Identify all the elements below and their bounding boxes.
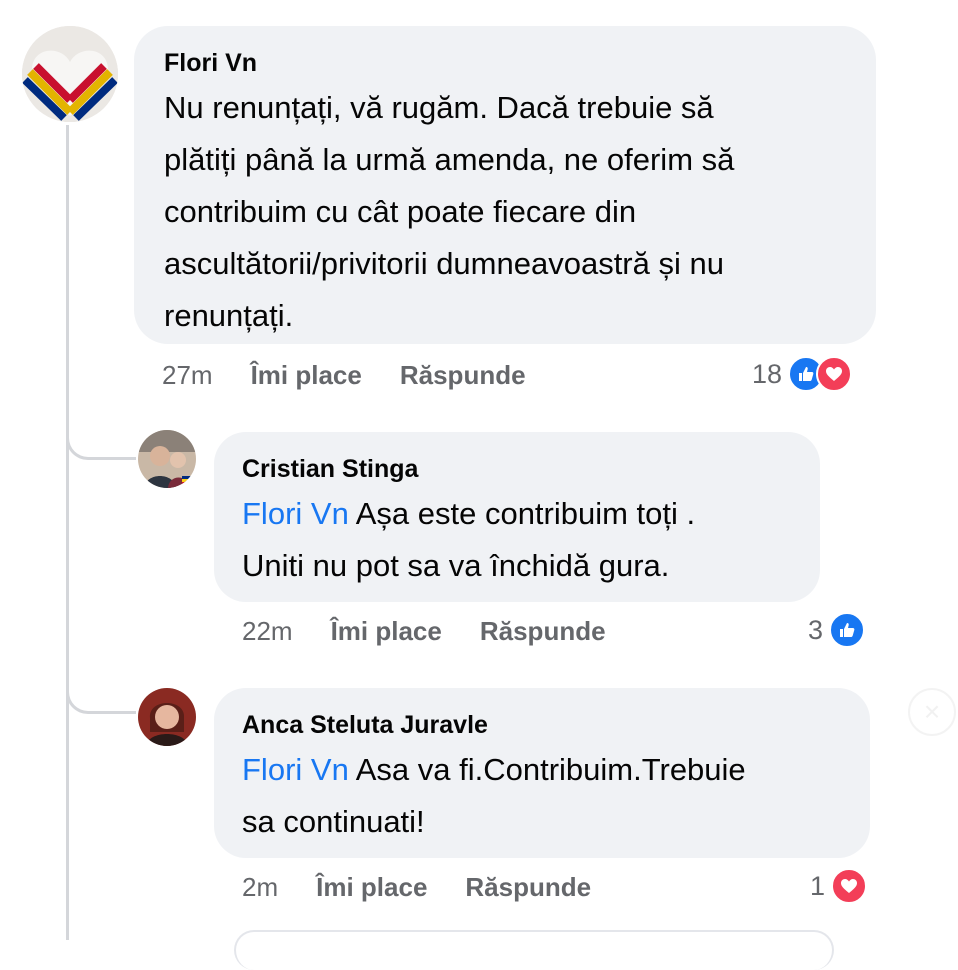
avatar[interactable] [138,688,196,746]
reaction-summary[interactable]: 1 [810,868,868,904]
reply-timestamp[interactable]: 22m [242,616,293,647]
reply-bubble: Cristian Stinga Flori Vn Așa este contri… [214,432,820,602]
reply-author[interactable]: Cristian Stinga [242,454,792,484]
comment-line: Nu renunțați, vă rugăm. Dacă trebuie să [164,90,714,125]
comment-timestamp[interactable]: 27m [162,360,213,391]
comment-line: contribuim cu cât poate fiecare din [164,194,637,229]
reply-actions: 22m Îmi place Răspunde [242,616,606,647]
reaction-count: 1 [810,870,826,901]
love-icon [831,868,868,904]
next-comment-bubble [234,930,834,970]
mention-link[interactable]: Flori Vn [242,752,349,787]
comment-text: Nu renunțați, vă rugăm. Dacă trebuie să … [164,82,848,342]
avatar[interactable] [138,430,196,488]
reply-bubble: Anca Steluta Juravle Flori Vn Asa va fi.… [214,688,870,858]
profile-photo-icon [138,430,196,488]
reaction-summary[interactable]: 18 [752,356,853,392]
reaction-count: 18 [752,358,783,389]
reply-line: sa continuati! [242,804,425,839]
comment-actions: 27m Îmi place Răspunde [162,360,526,391]
like-button[interactable]: Îmi place [316,872,427,903]
close-icon[interactable]: × [908,688,956,736]
reply-line: Uniti nu pot sa va închidă gura. [242,548,670,583]
love-icon [816,356,853,392]
profile-photo-icon [138,688,196,746]
thread-connector [66,400,136,460]
like-button[interactable]: Îmi place [251,360,362,391]
avatar[interactable] [22,26,118,122]
comment-bubble: Flori Vn Nu renunțați, vă rugăm. Dacă tr… [134,26,876,344]
comment-line: ascultătorii/privitorii dumneavoastră și… [164,246,724,281]
reply-button[interactable]: Răspunde [480,616,606,647]
reply-button[interactable]: Răspunde [465,872,591,903]
reply-line: Asa va fi.Contribuim.Trebuie [348,752,746,787]
heart-flag-icon [22,26,118,122]
comment-line: renunțați. [164,298,294,333]
reaction-count: 3 [808,614,824,645]
thread-line [66,125,69,940]
reply-author[interactable]: Anca Steluta Juravle [242,710,842,740]
reply-text: Flori Vn Așa este contribuim toți . Unit… [242,488,792,592]
reply-actions: 2m Îmi place Răspunde [242,872,591,903]
reply-line: Așa este contribuim toți . [348,496,696,531]
mention-link[interactable]: Flori Vn [242,496,349,531]
reply-timestamp[interactable]: 2m [242,872,278,903]
reply-button[interactable]: Răspunde [400,360,526,391]
comment-author[interactable]: Flori Vn [164,48,848,78]
like-button[interactable]: Îmi place [331,616,442,647]
comment-line: plătiți până la urmă amenda, ne oferim s… [164,142,735,177]
reply-text: Flori Vn Asa va fi.Contribuim.Trebuie sa… [242,744,842,848]
reaction-summary[interactable]: 3 [808,612,866,648]
thread-connector [66,650,136,714]
like-icon [829,612,866,648]
